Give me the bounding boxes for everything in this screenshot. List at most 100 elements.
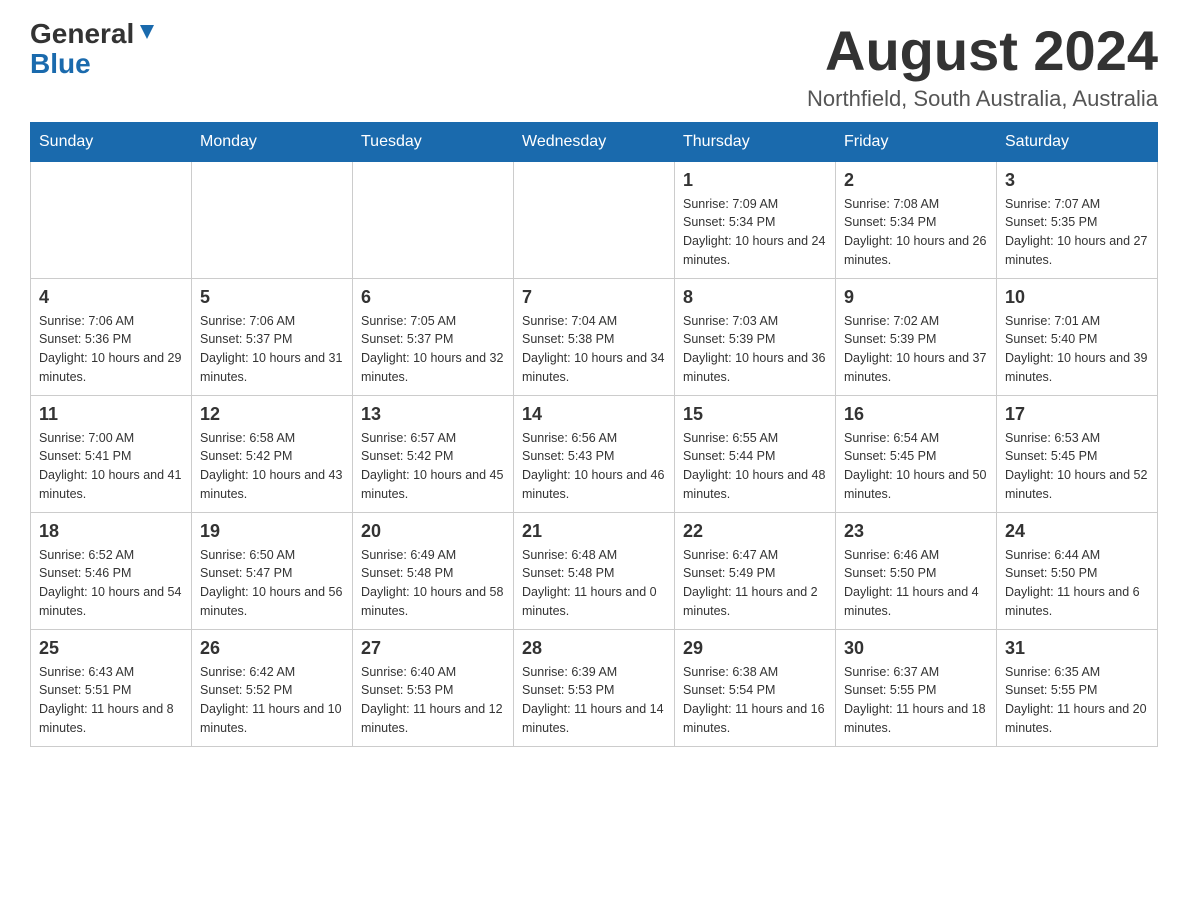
day-number: 2 [844, 170, 988, 191]
weekday-header-friday: Friday [836, 122, 997, 161]
day-info: Sunrise: 7:09 AMSunset: 5:34 PMDaylight:… [683, 195, 827, 270]
day-info: Sunrise: 6:56 AMSunset: 5:43 PMDaylight:… [522, 429, 666, 504]
calendar-cell: 3 Sunrise: 7:07 AMSunset: 5:35 PMDaylight… [997, 161, 1158, 278]
day-info: Sunrise: 6:38 AMSunset: 5:54 PMDaylight:… [683, 663, 827, 738]
day-number: 3 [1005, 170, 1149, 191]
day-number: 18 [39, 521, 183, 542]
calendar-cell: 6 Sunrise: 7:05 AMSunset: 5:37 PMDaylight… [353, 278, 514, 395]
calendar-cell: 7Sunrise: 7:04 AMSunset: 5:38 PMDaylight… [514, 278, 675, 395]
weekday-header-tuesday: Tuesday [353, 122, 514, 161]
calendar-cell: 17Sunrise: 6:53 AMSunset: 5:45 PMDayligh… [997, 395, 1158, 512]
day-number: 26 [200, 638, 344, 659]
calendar-cell [31, 161, 192, 278]
day-number: 6 [361, 287, 505, 308]
day-info: Sunrise: 6:50 AMSunset: 5:47 PMDaylight:… [200, 546, 344, 621]
day-info: Sunrise: 6:46 AMSunset: 5:50 PMDaylight:… [844, 546, 988, 621]
day-number: 24 [1005, 521, 1149, 542]
day-number: 28 [522, 638, 666, 659]
day-info: Sunrise: 7:00 AMSunset: 5:41 PMDaylight:… [39, 429, 183, 504]
calendar-cell [353, 161, 514, 278]
day-number: 13 [361, 404, 505, 425]
logo: General Blue [30, 20, 158, 80]
day-number: 25 [39, 638, 183, 659]
day-info: Sunrise: 6:49 AMSunset: 5:48 PMDaylight:… [361, 546, 505, 621]
day-number: 30 [844, 638, 988, 659]
calendar-cell: 25 Sunrise: 6:43 AMSunset: 5:51 PMDayligh… [31, 629, 192, 746]
week-row-2: 4 Sunrise: 7:06 AMSunset: 5:36 PMDaylight… [31, 278, 1158, 395]
day-info: Sunrise: 6:42 AMSunset: 5:52 PMDaylight:… [200, 663, 344, 738]
day-info: Sunrise: 6:54 AMSunset: 5:45 PMDaylight:… [844, 429, 988, 504]
day-number: 20 [361, 521, 505, 542]
calendar-cell: 18 Sunrise: 6:52 AMSunset: 5:46 PMDayligh… [31, 512, 192, 629]
day-number: 11 [39, 404, 183, 425]
calendar-cell: 8 Sunrise: 7:03 AMSunset: 5:39 PMDaylight… [675, 278, 836, 395]
calendar-cell: 14 Sunrise: 6:56 AMSunset: 5:43 PMDayligh… [514, 395, 675, 512]
day-number: 22 [683, 521, 827, 542]
day-number: 9 [844, 287, 988, 308]
weekday-header-sunday: Sunday [31, 122, 192, 161]
calendar-cell: 28Sunrise: 6:39 AMSunset: 5:53 PMDayligh… [514, 629, 675, 746]
day-info: Sunrise: 7:03 AMSunset: 5:39 PMDaylight:… [683, 312, 827, 387]
calendar-cell: 10Sunrise: 7:01 AMSunset: 5:40 PMDayligh… [997, 278, 1158, 395]
calendar-cell: 24 Sunrise: 6:44 AMSunset: 5:50 PMDayligh… [997, 512, 1158, 629]
calendar-cell: 30 Sunrise: 6:37 AMSunset: 5:55 PMDayligh… [836, 629, 997, 746]
day-number: 4 [39, 287, 183, 308]
page-header: General Blue August 2024 Northfield, Sou… [30, 20, 1158, 112]
calendar-cell: 23 Sunrise: 6:46 AMSunset: 5:50 PMDayligh… [836, 512, 997, 629]
calendar-cell: 21Sunrise: 6:48 AMSunset: 5:48 PMDayligh… [514, 512, 675, 629]
month-title: August 2024 [807, 20, 1158, 82]
week-row-3: 11 Sunrise: 7:00 AMSunset: 5:41 PMDayligh… [31, 395, 1158, 512]
calendar-table: SundayMondayTuesdayWednesdayThursdayFrid… [30, 122, 1158, 747]
day-info: Sunrise: 7:05 AMSunset: 5:37 PMDaylight:… [361, 312, 505, 387]
title-block: August 2024 Northfield, South Australia,… [807, 20, 1158, 112]
calendar-cell: 29 Sunrise: 6:38 AMSunset: 5:54 PMDayligh… [675, 629, 836, 746]
day-info: Sunrise: 6:55 AMSunset: 5:44 PMDaylight:… [683, 429, 827, 504]
logo-triangle-icon [136, 21, 158, 43]
calendar-header-row: SundayMondayTuesdayWednesdayThursdayFrid… [31, 122, 1158, 161]
location-title: Northfield, South Australia, Australia [807, 86, 1158, 112]
calendar-cell: 20 Sunrise: 6:49 AMSunset: 5:48 PMDayligh… [353, 512, 514, 629]
day-info: Sunrise: 6:57 AMSunset: 5:42 PMDaylight:… [361, 429, 505, 504]
calendar-cell: 19 Sunrise: 6:50 AMSunset: 5:47 PMDayligh… [192, 512, 353, 629]
day-info: Sunrise: 6:43 AMSunset: 5:51 PMDaylight:… [39, 663, 183, 738]
day-info: Sunrise: 6:37 AMSunset: 5:55 PMDaylight:… [844, 663, 988, 738]
day-number: 29 [683, 638, 827, 659]
calendar-cell: 27 Sunrise: 6:40 AMSunset: 5:53 PMDayligh… [353, 629, 514, 746]
day-info: Sunrise: 7:06 AMSunset: 5:37 PMDaylight:… [200, 312, 344, 387]
calendar-cell: 26 Sunrise: 6:42 AMSunset: 5:52 PMDayligh… [192, 629, 353, 746]
calendar-cell [192, 161, 353, 278]
day-info: Sunrise: 6:47 AMSunset: 5:49 PMDaylight:… [683, 546, 827, 621]
day-number: 17 [1005, 404, 1149, 425]
calendar-cell: 9Sunrise: 7:02 AMSunset: 5:39 PMDaylight… [836, 278, 997, 395]
calendar-cell: 2 Sunrise: 7:08 AMSunset: 5:34 PMDaylight… [836, 161, 997, 278]
day-number: 27 [361, 638, 505, 659]
logo-blue: Blue [30, 48, 91, 80]
day-number: 21 [522, 521, 666, 542]
calendar-cell: 5Sunrise: 7:06 AMSunset: 5:37 PMDaylight… [192, 278, 353, 395]
calendar-cell: 31 Sunrise: 6:35 AMSunset: 5:55 PMDayligh… [997, 629, 1158, 746]
calendar-cell: 11 Sunrise: 7:00 AMSunset: 5:41 PMDayligh… [31, 395, 192, 512]
day-number: 1 [683, 170, 827, 191]
day-number: 31 [1005, 638, 1149, 659]
day-number: 7 [522, 287, 666, 308]
day-number: 16 [844, 404, 988, 425]
day-number: 14 [522, 404, 666, 425]
calendar-cell: 13 Sunrise: 6:57 AMSunset: 5:42 PMDayligh… [353, 395, 514, 512]
day-info: Sunrise: 6:35 AMSunset: 5:55 PMDaylight:… [1005, 663, 1149, 738]
day-info: Sunrise: 7:08 AMSunset: 5:34 PMDaylight:… [844, 195, 988, 270]
week-row-4: 18 Sunrise: 6:52 AMSunset: 5:46 PMDayligh… [31, 512, 1158, 629]
calendar-cell: 4 Sunrise: 7:06 AMSunset: 5:36 PMDaylight… [31, 278, 192, 395]
day-number: 8 [683, 287, 827, 308]
day-info: Sunrise: 7:01 AMSunset: 5:40 PMDaylight:… [1005, 312, 1149, 387]
weekday-header-saturday: Saturday [997, 122, 1158, 161]
day-info: Sunrise: 6:44 AMSunset: 5:50 PMDaylight:… [1005, 546, 1149, 621]
day-number: 23 [844, 521, 988, 542]
day-info: Sunrise: 7:07 AMSunset: 5:35 PMDaylight:… [1005, 195, 1149, 270]
day-info: Sunrise: 7:06 AMSunset: 5:36 PMDaylight:… [39, 312, 183, 387]
day-info: Sunrise: 6:58 AMSunset: 5:42 PMDaylight:… [200, 429, 344, 504]
day-info: Sunrise: 6:40 AMSunset: 5:53 PMDaylight:… [361, 663, 505, 738]
calendar-cell: 22 Sunrise: 6:47 AMSunset: 5:49 PMDayligh… [675, 512, 836, 629]
day-number: 19 [200, 521, 344, 542]
day-info: Sunrise: 6:52 AMSunset: 5:46 PMDaylight:… [39, 546, 183, 621]
weekday-header-wednesday: Wednesday [514, 122, 675, 161]
